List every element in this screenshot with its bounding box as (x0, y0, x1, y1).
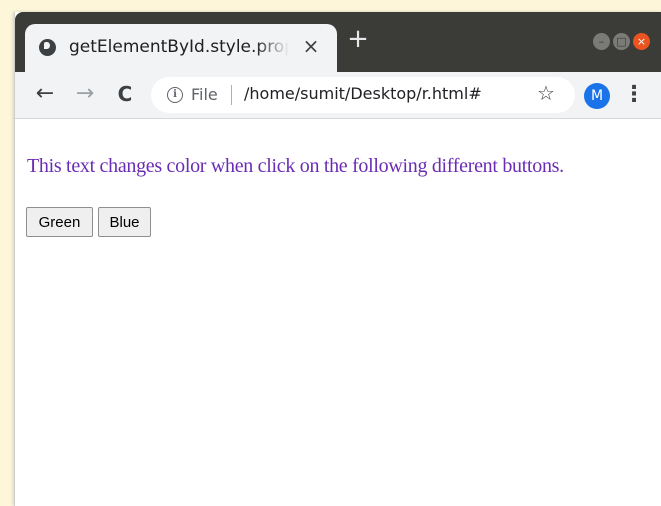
blue-button[interactable]: Blue (98, 207, 151, 237)
title-bar: getElementById.style.property × + – □ × (15, 12, 661, 72)
address-bar[interactable]: i File /home/sumit/Desktop/r.html# ☆ (151, 77, 575, 113)
minimize-icon: – (598, 35, 605, 48)
globe-icon (39, 39, 56, 56)
minimize-button[interactable]: – (593, 33, 610, 50)
maximize-button[interactable]: □ (613, 33, 630, 50)
close-icon: × (636, 35, 647, 48)
browser-toolbar: ← → C i File /home/sumit/Desktop/r.html#… (15, 72, 661, 119)
browser-tab[interactable]: getElementById.style.property × (25, 24, 337, 72)
page-content: This text changes color when click on th… (15, 119, 661, 506)
profile-avatar[interactable]: M (584, 83, 610, 109)
address-url[interactable]: /home/sumit/Desktop/r.html# (244, 84, 482, 103)
green-button[interactable]: Green (26, 207, 93, 237)
demo-paragraph: This text changes color when click on th… (27, 155, 564, 177)
address-scheme-label: File (191, 85, 218, 104)
bookmark-star-icon[interactable]: ☆ (537, 81, 555, 105)
tab-title: getElementById.style.property (69, 37, 289, 57)
browser-window: getElementById.style.property × + – □ × … (14, 12, 661, 506)
maximize-icon: □ (616, 35, 627, 48)
address-separator (231, 85, 232, 105)
tab-close-icon[interactable]: × (301, 34, 321, 58)
close-window-button[interactable]: × (633, 33, 650, 50)
back-button[interactable]: ← (31, 80, 59, 108)
menu-kebab-icon[interactable]: ⋮ (623, 80, 645, 110)
reload-button[interactable]: C (111, 80, 139, 108)
info-icon[interactable]: i (167, 87, 183, 103)
forward-button[interactable]: → (71, 80, 99, 108)
new-tab-button[interactable]: + (345, 26, 371, 52)
